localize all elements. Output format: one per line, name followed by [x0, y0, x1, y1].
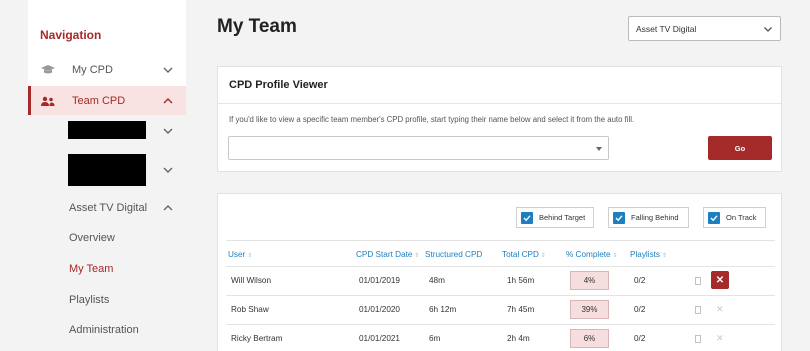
cell-structured-cpd: 6m — [429, 334, 441, 343]
help-text: If you'd like to view a specific team me… — [229, 115, 635, 124]
document-icon[interactable] — [695, 306, 701, 314]
percent-complete-badge: 6% — [570, 329, 609, 348]
organisation-select[interactable]: Asset TV Digital — [628, 16, 781, 41]
filter-label: Falling Behind — [631, 213, 679, 222]
filter-falling-behind[interactable]: Falling Behind — [608, 207, 689, 228]
panel-title: CPD Profile Viewer — [229, 79, 328, 91]
sidebar-sub-asset-tv-digital[interactable]: Asset TV Digital — [28, 196, 186, 220]
column-header-structured-cpd[interactable]: Structured CPD — [425, 250, 482, 259]
sub-item-label: Administration — [69, 324, 139, 336]
cell-playlists: 0/2 — [634, 334, 646, 343]
checkbox-checked-icon — [521, 211, 533, 224]
column-header-user[interactable]: User ⇕ — [228, 250, 252, 259]
close-icon[interactable]: ✕ — [716, 333, 724, 344]
redacted-team-name — [68, 154, 146, 186]
cell-start-date: 01/01/2019 — [359, 276, 400, 285]
document-icon[interactable] — [695, 277, 701, 285]
sidebar-sub-playlists[interactable]: Playlists — [28, 288, 186, 312]
chevron-up-icon — [163, 205, 173, 211]
sidebar-item-label: My CPD — [72, 64, 113, 76]
sub-item-label: Overview — [69, 232, 115, 244]
cell-user: Rob Shaw — [231, 305, 269, 314]
column-label: CPD Start Date — [356, 250, 413, 259]
close-icon[interactable]: ✕ — [716, 304, 724, 315]
cell-playlists: 0/2 — [634, 276, 646, 285]
chevron-down-icon[interactable] — [162, 125, 174, 137]
cell-total-cpd: 1h 56m — [507, 276, 535, 285]
cell-user: Will Wilson — [231, 276, 272, 285]
cell-structured-cpd: 48m — [429, 276, 445, 285]
column-label: Playlists — [630, 250, 661, 259]
table-row: Ricky Bertram 01/01/2021 6m 2h 4m 6% 0/2… — [218, 324, 783, 351]
column-label: User — [228, 250, 246, 259]
sidebar-item-team-cpd[interactable]: Team CPD — [28, 86, 186, 116]
sidebar-sub-administration[interactable]: Administration — [28, 318, 186, 342]
sidebar-sub-my-team[interactable]: My Team — [28, 257, 186, 281]
filter-on-track[interactable]: On Track — [703, 207, 766, 228]
sort-icon: ⇕ — [414, 253, 420, 259]
chevron-down-icon — [764, 27, 772, 32]
cell-total-cpd: 7h 45m — [507, 305, 535, 314]
column-header-total-cpd[interactable]: Total CPD ⇕ — [502, 250, 546, 259]
sub-item-label: Asset TV Digital — [69, 202, 148, 214]
column-header-percent-complete[interactable]: % Complete ⇕ — [566, 250, 618, 259]
cell-start-date: 01/01/2021 — [359, 334, 400, 343]
sidebar-sub-overview[interactable]: Overview — [28, 226, 186, 250]
sort-icon: ⇕ — [612, 253, 618, 259]
remove-member-button[interactable]: ✕ — [711, 271, 729, 289]
sort-icon: ⇕ — [662, 253, 668, 259]
cell-playlists: 0/2 — [634, 305, 646, 314]
page-title: My Team — [217, 16, 297, 37]
column-header-playlists[interactable]: Playlists ⇕ — [630, 250, 667, 259]
redacted-team-name — [68, 121, 146, 139]
cell-user: Ricky Bertram — [231, 334, 283, 343]
chevron-down-icon[interactable] — [162, 164, 174, 176]
sidebar-item-label: Team CPD — [72, 95, 126, 107]
column-label: Structured CPD — [425, 250, 483, 259]
document-icon[interactable] — [695, 335, 701, 343]
graduation-cap-icon — [40, 64, 56, 76]
chevron-down-icon — [163, 67, 173, 73]
divider — [226, 240, 775, 241]
team-member-search-input[interactable] — [228, 136, 609, 160]
checkbox-checked-icon — [613, 211, 625, 224]
users-icon — [40, 95, 56, 107]
sidebar-item-my-cpd[interactable]: My CPD — [28, 55, 186, 85]
filter-label: On Track — [726, 213, 757, 222]
column-label: Total CPD — [502, 250, 539, 259]
checkbox-checked-icon — [708, 211, 720, 224]
percent-complete-badge: 4% — [570, 271, 609, 290]
filter-label: Behind Target — [539, 213, 586, 222]
cpd-profile-viewer-panel: CPD Profile Viewer If you'd like to view… — [217, 66, 782, 172]
percent-complete-badge: 39% — [570, 300, 609, 319]
sort-icon: ⇕ — [247, 253, 253, 259]
column-header-cpd-start-date[interactable]: CPD Start Date ⇕ — [356, 250, 419, 259]
team-table-panel: Behind Target Falling Behind On Track Us… — [217, 193, 782, 351]
go-button[interactable]: Go — [708, 136, 772, 160]
cell-total-cpd: 2h 4m — [507, 334, 530, 343]
cell-start-date: 01/01/2020 — [359, 305, 400, 314]
column-label: % Complete — [566, 250, 611, 259]
cell-structured-cpd: 6h 12m — [429, 305, 457, 314]
organisation-select-value: Asset TV Digital — [636, 23, 697, 34]
divider — [218, 103, 781, 104]
table-row: Rob Shaw 01/01/2020 6h 12m 7h 45m 39% 0/… — [218, 295, 783, 324]
sub-item-label: Playlists — [69, 294, 110, 306]
filter-behind-target[interactable]: Behind Target — [516, 207, 594, 228]
sub-item-label: My Team — [69, 263, 114, 275]
chevron-up-icon — [163, 98, 173, 104]
caret-down-icon — [596, 147, 602, 151]
sort-icon: ⇕ — [540, 253, 546, 259]
nav-title: Navigation — [40, 28, 102, 42]
table-row: Will Wilson 01/01/2019 48m 1h 56m 4% 0/2… — [218, 266, 783, 295]
